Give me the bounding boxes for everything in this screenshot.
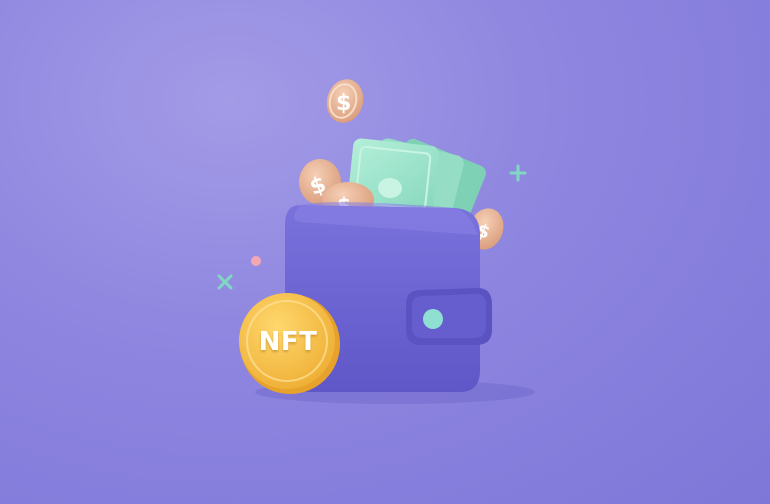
sparkle-icon [217,274,233,290]
sparkle-icon [509,164,527,182]
dollar-coin-icon: $ [326,79,364,123]
svg-text:$: $ [336,91,351,116]
sparkle-icon [251,256,261,266]
nft-coin-label: NFT [258,327,318,357]
illustration-canvas: $ $ $ $ [217,79,535,404]
nft-wallet-illustration: $ $ $ $ [0,0,770,504]
